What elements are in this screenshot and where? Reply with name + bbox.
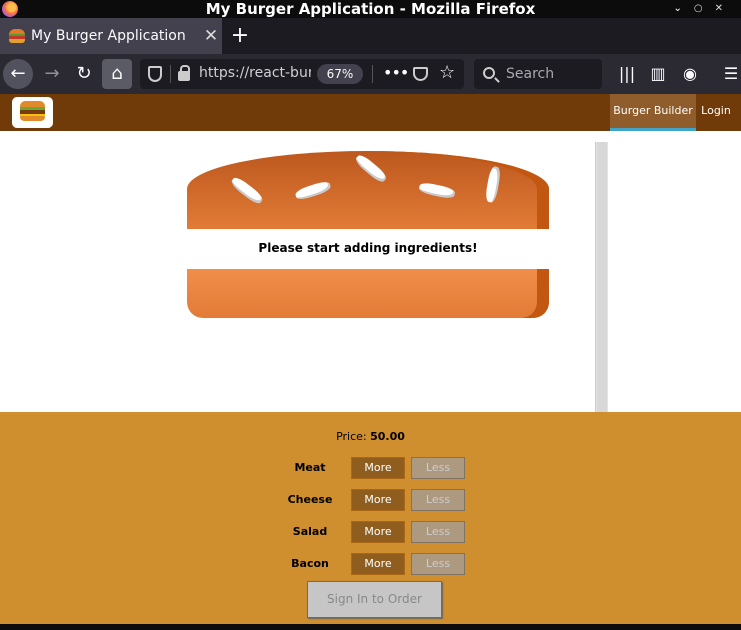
- ingredient-label: Bacon: [291, 557, 329, 570]
- meat-more-button[interactable]: More: [351, 457, 405, 479]
- empty-burger-message: Please start adding ingredients!: [187, 229, 549, 269]
- lock-icon[interactable]: [178, 65, 190, 81]
- sesame-seed: [418, 181, 456, 200]
- account-icon[interactable]: ◉: [675, 59, 705, 89]
- build-control-salad: Salad More Less: [280, 521, 480, 543]
- bread-bottom: [187, 269, 549, 318]
- pocket-icon[interactable]: [413, 67, 428, 81]
- search-placeholder: Search: [506, 66, 555, 82]
- forward-icon[interactable]: →: [37, 59, 67, 89]
- cheese-more-button[interactable]: More: [351, 489, 405, 511]
- firefox-logo-icon: [2, 1, 18, 17]
- sesame-seed: [484, 165, 502, 204]
- cheese-less-button[interactable]: Less: [411, 489, 465, 511]
- page-content: Burger Builder Login Please start adding…: [0, 94, 741, 624]
- salad-more-button[interactable]: More: [351, 521, 405, 543]
- reload-icon[interactable]: ↻: [69, 59, 99, 89]
- nav-login[interactable]: Login: [696, 94, 736, 131]
- bread-top: [187, 151, 549, 229]
- url-bar[interactable]: https://react-bur 67% ••• ☆: [140, 59, 464, 89]
- scrollbar-thumb[interactable]: [597, 142, 607, 412]
- sign-in-to-order-button[interactable]: Sign In to Order: [307, 581, 442, 618]
- price-label: Price:: [336, 430, 371, 443]
- tab-strip: My Burger Application ✕ +: [0, 18, 741, 54]
- price-display: Price: 50.00: [0, 430, 741, 443]
- nav-burger-builder[interactable]: Burger Builder: [610, 94, 696, 131]
- burger-favicon-icon: [9, 29, 25, 43]
- sesame-seed: [353, 152, 389, 185]
- library-icon[interactable]: |||: [612, 59, 642, 89]
- build-control-cheese: Cheese More Less: [280, 489, 480, 511]
- sidebar-icon[interactable]: ▥: [643, 59, 673, 89]
- bacon-more-button[interactable]: More: [351, 553, 405, 575]
- build-control-meat: Meat More Less: [280, 457, 480, 479]
- window-titlebar: My Burger Application - Mozilla Firefox …: [0, 0, 741, 18]
- url-divider: [372, 65, 373, 83]
- bookmark-star-icon[interactable]: ☆: [439, 62, 455, 83]
- window-title: My Burger Application - Mozilla Firefox: [205, 0, 536, 18]
- meat-less-button[interactable]: Less: [411, 457, 465, 479]
- ingredient-label: Salad: [292, 525, 328, 538]
- burger-scrollbar[interactable]: [595, 142, 608, 412]
- shield-icon[interactable]: [148, 66, 162, 82]
- build-control-bacon: Bacon More Less: [280, 553, 480, 575]
- price-value: 50.00: [370, 430, 405, 443]
- search-input[interactable]: Search: [474, 59, 602, 89]
- search-icon: [483, 67, 495, 79]
- url-text[interactable]: https://react-bur: [199, 65, 311, 81]
- ingredient-label: Cheese: [287, 493, 333, 506]
- tab-title: My Burger Application: [31, 28, 186, 44]
- ingredient-label: Meat: [294, 461, 326, 474]
- url-divider: [170, 65, 171, 83]
- app-toolbar: Burger Builder Login: [0, 94, 741, 131]
- menu-icon[interactable]: ☰: [716, 59, 741, 89]
- sesame-seed: [294, 179, 332, 202]
- zoom-level-badge[interactable]: 67%: [317, 64, 363, 84]
- sesame-seed: [229, 175, 265, 206]
- bottom-edge: [0, 624, 741, 630]
- minimize-icon[interactable]: ⌄: [673, 3, 693, 14]
- close-window-icon[interactable]: ✕: [715, 3, 735, 14]
- new-tab-button[interactable]: +: [228, 24, 252, 48]
- window-controls[interactable]: ⌄○✕: [673, 0, 735, 18]
- build-controls: Price: 50.00 Meat More Less Cheese More …: [0, 412, 741, 624]
- bacon-less-button[interactable]: Less: [411, 553, 465, 575]
- salad-less-button[interactable]: Less: [411, 521, 465, 543]
- back-icon[interactable]: ←: [3, 59, 33, 89]
- burger-logo[interactable]: [12, 97, 53, 128]
- navigation-toolbar: ← → ↻ ⌂ https://react-bur 67% ••• ☆ Sear…: [0, 54, 741, 94]
- close-tab-icon[interactable]: ✕: [200, 26, 222, 46]
- maximize-icon[interactable]: ○: [694, 3, 715, 14]
- home-icon[interactable]: ⌂: [102, 59, 132, 89]
- more-icon[interactable]: •••: [383, 63, 409, 82]
- tab-my-burger-application[interactable]: My Burger Application ✕: [0, 18, 222, 54]
